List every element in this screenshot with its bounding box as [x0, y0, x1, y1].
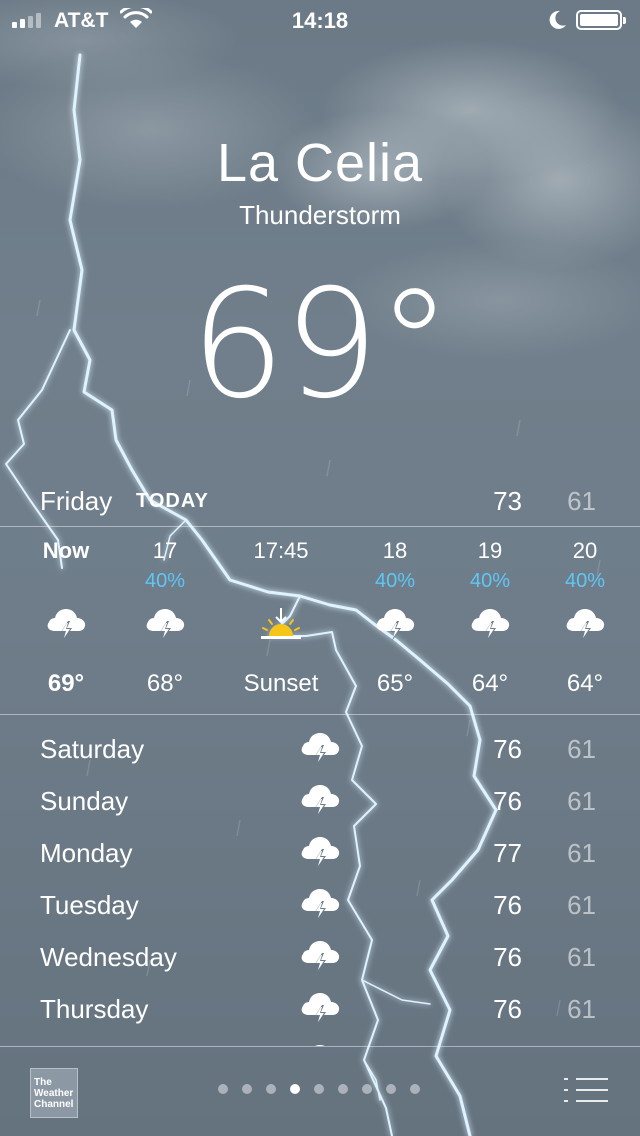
day-low: 61: [567, 734, 596, 764]
current-condition: Thunderstorm: [239, 200, 401, 230]
page-dot: [362, 1084, 372, 1094]
city-name: La Celia: [216, 133, 424, 193]
thunderstorm-icon: [298, 728, 342, 768]
thunderstorm-icon: [298, 988, 342, 1028]
daily-row: Saturday 76 61: [0, 724, 640, 776]
daily-row: Tuesday 76 61: [0, 880, 640, 932]
hour-temperature: 64°: [566, 670, 604, 697]
thunderstorm-icon: [44, 604, 88, 644]
daily-row: Wednesday 76 61: [0, 932, 640, 984]
hourly-item: 17 40% 68°: [105, 528, 225, 714]
day-name: Sunday: [40, 786, 129, 816]
day-name: Tuesday: [40, 890, 139, 920]
current-temperature: 69°: [190, 258, 452, 432]
day-low: 61: [567, 786, 596, 816]
thunderstorm-icon: [143, 604, 187, 644]
day-high: 76: [493, 786, 522, 816]
thunderstorm-icon: [468, 604, 512, 644]
precip-chance: 40%: [144, 570, 186, 592]
page-dot: [314, 1084, 324, 1094]
thunderstorm-icon: [298, 780, 342, 820]
battery-icon: [576, 10, 626, 30]
page-dot: [218, 1084, 228, 1094]
day-high: 76: [493, 890, 522, 920]
daily-row: Thursday 76 61: [0, 984, 640, 1036]
precip-chance: 40%: [564, 570, 606, 592]
page-dot: [410, 1084, 420, 1094]
page-dot: [266, 1084, 276, 1094]
sunset-label: Sunset: [243, 670, 319, 697]
sunset-icon: [261, 608, 301, 639]
today-low: 61: [567, 486, 596, 516]
day-low: 61: [567, 994, 596, 1024]
divider: [0, 526, 640, 527]
daily-row-partial: [0, 1036, 640, 1046]
today-day: Friday: [40, 486, 113, 516]
day-name: Saturday: [40, 734, 145, 764]
today-summary-row: Friday TODAY 73 61: [0, 480, 640, 522]
today-label: TODAY: [136, 490, 209, 512]
hourly-forecast-strip[interactable]: Now 69° 17 40% 68° 17:45 Sunset 18 40% 6…: [0, 528, 640, 714]
daily-row: Monday 77 61: [0, 828, 640, 880]
divider: [0, 1046, 640, 1047]
thunderstorm-icon: [298, 884, 342, 924]
hourly-item-sunset: 17:45 Sunset: [221, 528, 341, 714]
day-low: 61: [567, 942, 596, 972]
day-name: Monday: [40, 838, 133, 868]
hour-temperature: 68°: [146, 670, 184, 697]
daily-row: Sunday 76 61: [0, 776, 640, 828]
hourly-item: 20 40% 64°: [525, 528, 640, 714]
day-high: 77: [493, 838, 522, 868]
thunderstorm-icon: [563, 604, 607, 644]
page-dot: [242, 1084, 252, 1094]
day-name: Thursday: [40, 994, 149, 1024]
day-high: 76: [493, 942, 522, 972]
thunderstorm-icon: [298, 832, 342, 872]
do-not-disturb-moon-icon: [549, 10, 566, 29]
thunderstorm-icon: [373, 604, 417, 644]
daily-forecast-list[interactable]: Saturday 76 61 Sunday 76 61 Monday 77 61…: [0, 724, 640, 1046]
hour-time: 20: [572, 538, 598, 563]
hour-time: 17: [152, 538, 178, 563]
day-name: Wednesday: [40, 942, 177, 972]
sunset-time: 17:45: [253, 538, 309, 563]
page-dot: [338, 1084, 348, 1094]
day-low: 61: [567, 890, 596, 920]
divider: [0, 714, 640, 715]
city-list-button[interactable]: [564, 1076, 608, 1106]
status-bar: AT&T 14:18: [0, 0, 640, 40]
page-dot: [386, 1084, 396, 1094]
thunderstorm-icon: [298, 936, 342, 976]
day-low: 61: [567, 838, 596, 868]
day-high: 76: [493, 994, 522, 1024]
page-indicator[interactable]: [0, 1084, 640, 1096]
page-dot-active: [290, 1084, 300, 1094]
status-time: 14:18: [291, 8, 349, 33]
day-high: 76: [493, 734, 522, 764]
today-high: 73: [493, 486, 522, 516]
